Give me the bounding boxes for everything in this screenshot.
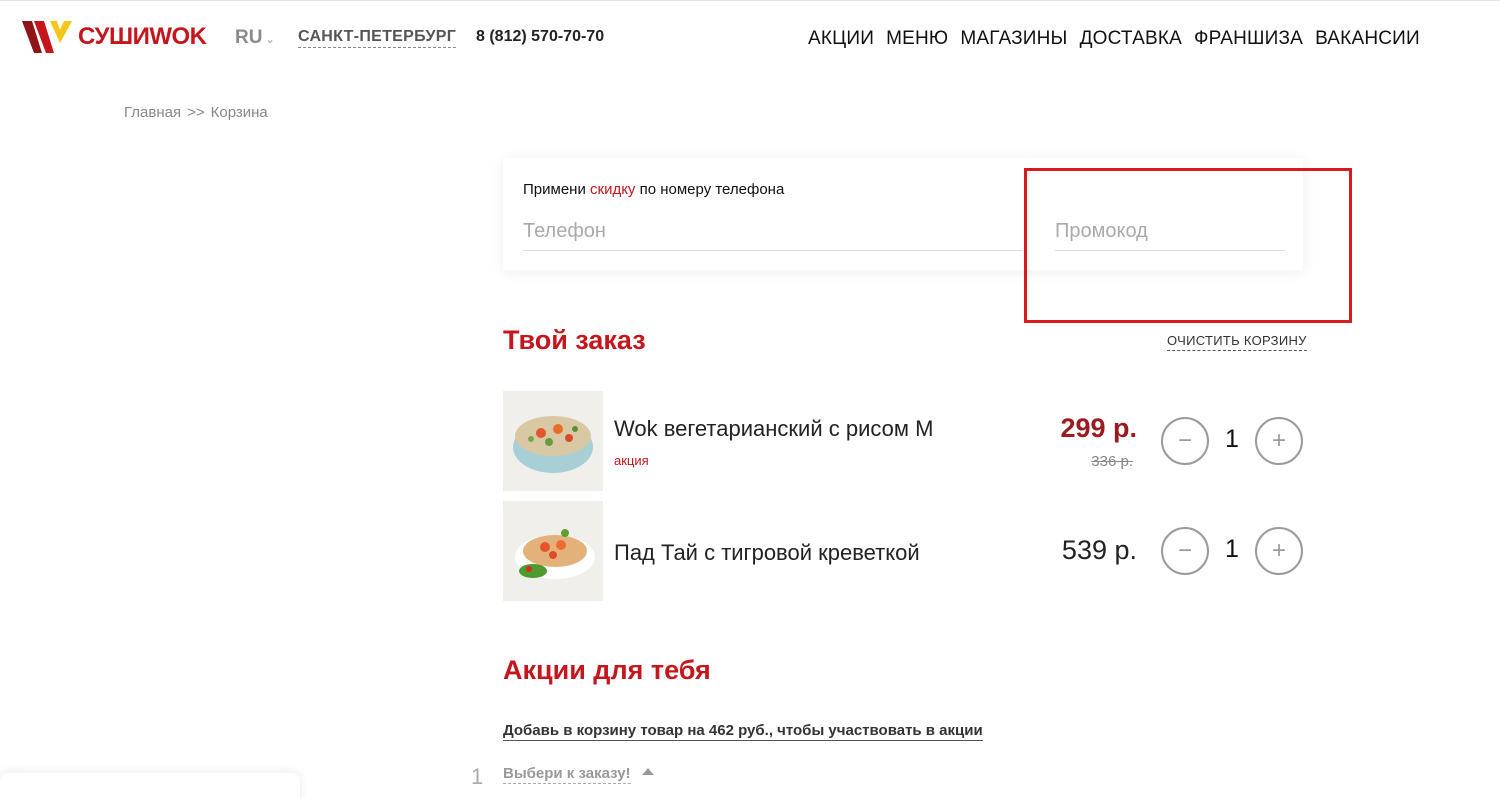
promotion-index: 1	[471, 764, 484, 789]
decrease-quantity-button[interactable]: −	[1161, 417, 1209, 465]
site-header: СУШИWOK RU ⌄ САНКТ-ПЕТЕРБУРГ 8 (812) 570…	[0, 0, 1500, 76]
decrease-quantity-button[interactable]: −	[1161, 527, 1209, 575]
language-label: RU	[235, 27, 263, 48]
promotions-title: Акции для тебя	[503, 655, 711, 685]
nav-item-promotions[interactable]: АКЦИИ	[808, 28, 874, 50]
breadcrumb: Главная >> Корзина	[124, 104, 268, 121]
nav-item-delivery[interactable]: ДОСТАВКА	[1080, 28, 1182, 50]
item-name[interactable]: Пад Тай с тигровой креветкой	[614, 540, 920, 566]
header-phone[interactable]: 8 (812) 570-70-70	[476, 28, 604, 46]
breadcrumb-separator: >>	[187, 104, 205, 121]
order-title: Твой заказ	[503, 325, 646, 355]
discount-note-prefix: Примени	[523, 181, 590, 198]
main-nav: АКЦИИ МЕНЮ МАГАЗИНЫ ДОСТАВКА ФРАНШИЗА ВА…	[808, 28, 1420, 50]
wok-bowl-icon	[513, 416, 593, 473]
minus-icon: −	[1177, 427, 1192, 454]
discount-note-accent[interactable]: скидку	[590, 181, 635, 198]
item-name[interactable]: Wok вегетарианский с рисом М	[614, 416, 933, 442]
nav-item-menu[interactable]: МЕНЮ	[886, 28, 948, 50]
plus-icon: +	[1271, 537, 1286, 564]
logo-text: СУШИWOK	[78, 23, 207, 50]
cart-item: Пад Тай с тигровой креветкой 539 р. − 1 …	[503, 501, 1303, 601]
cart-item: Wok вегетарианский с рисом М акция 299 р…	[503, 391, 1303, 491]
wok-bowl-image[interactable]	[503, 391, 603, 491]
increase-quantity-button[interactable]: +	[1255, 417, 1303, 465]
item-quantity: 1	[1225, 535, 1239, 563]
discount-note-suffix: по номеру телефона	[635, 181, 785, 198]
chevron-down-icon: ⌄	[265, 34, 275, 46]
logo[interactable]: СУШИWOK	[20, 17, 207, 57]
nav-item-vacancies[interactable]: ВАКАНСИИ	[1315, 28, 1420, 50]
promo-highlight-box	[1024, 168, 1352, 323]
increase-quantity-button[interactable]: +	[1255, 527, 1303, 575]
nav-item-stores[interactable]: МАГАЗИНЫ	[960, 28, 1067, 50]
promotion-select-link[interactable]: Выбери к заказу!	[503, 765, 631, 784]
item-sale-tag: акция	[614, 453, 649, 468]
pad-thai-plate-image[interactable]	[503, 501, 603, 601]
item-price: 299 р.	[1060, 413, 1137, 443]
clear-cart-button[interactable]: ОЧИСТИТЬ КОРЗИНУ	[1167, 333, 1307, 351]
item-price: 539 р.	[1061, 535, 1137, 565]
language-selector[interactable]: RU ⌄	[235, 27, 275, 49]
phone-input[interactable]	[523, 213, 1023, 251]
bottom-corner-panel	[0, 773, 300, 798]
promotions-note[interactable]: Добавь в корзину товар на 462 руб., чтоб…	[503, 722, 983, 741]
breadcrumb-current: Корзина	[210, 104, 268, 121]
item-quantity: 1	[1225, 425, 1239, 453]
city-selector[interactable]: САНКТ-ПЕТЕРБУРГ	[298, 28, 457, 48]
breadcrumb-home[interactable]: Главная	[124, 104, 181, 121]
caret-up-icon[interactable]	[642, 768, 654, 775]
nav-item-franchise[interactable]: ФРАНШИЗА	[1194, 28, 1303, 50]
plus-icon: +	[1271, 427, 1286, 454]
minus-icon: −	[1177, 537, 1192, 564]
logo-mark-icon	[22, 21, 72, 53]
item-old-price: 336 р.	[1091, 453, 1133, 470]
discount-note: Примени скидку по номеру телефона	[523, 181, 784, 198]
pad-thai-plate-icon	[515, 529, 595, 579]
